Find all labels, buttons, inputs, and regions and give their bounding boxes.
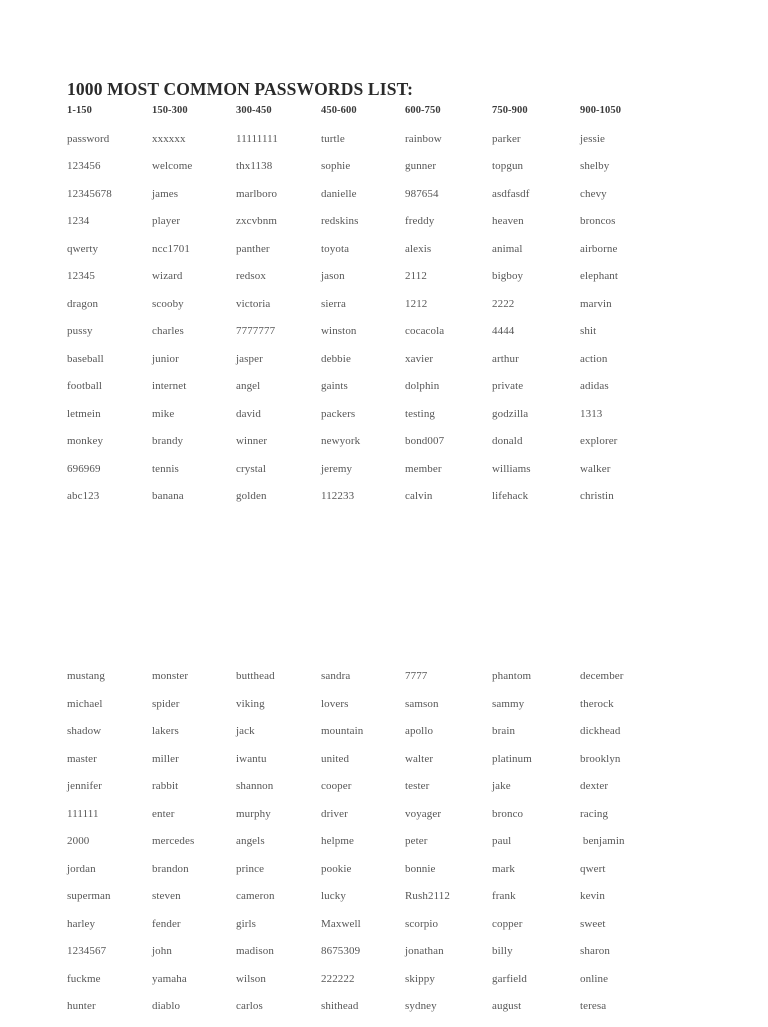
password-cell: sharon (580, 945, 610, 957)
password-cell: action (580, 352, 608, 365)
password-cell: airborne (580, 242, 618, 255)
password-cell: benjamin (580, 835, 625, 847)
password-cell: shelby (580, 160, 610, 172)
password-grid: mustang michael shadow master jennifer 111111… (0, 669, 768, 1027)
password-cell: marvin (580, 297, 612, 310)
password-cell: qwert (580, 862, 606, 875)
password-cell: 1313 (580, 407, 603, 420)
password-cell: explorer (580, 435, 618, 447)
password-cell: online (580, 972, 609, 985)
password-cell: broncos (580, 215, 616, 227)
document-page: 1000 MOST COMMON PASSWORDS LIST: 1-150 pa… (0, 0, 768, 1024)
password-cell: kevin (580, 890, 605, 902)
password-cell: shit (580, 325, 597, 337)
password-cell: chevy (580, 187, 607, 200)
password-cell: therock (580, 697, 614, 710)
password-cell: brooklyn (580, 752, 621, 765)
password-cell: jessie (580, 132, 606, 145)
page-title: 1000 MOST COMMON PASSWORDS LIST: (67, 78, 414, 99)
password-table-block-2: mustang michael shadow master jennifer 111111… (0, 669, 768, 1027)
password-cell: racing (580, 807, 609, 820)
password-grid: 1-150 password 123456 12345678 1234 qwerty 123… (0, 104, 768, 517)
password-column-900-1050: december therock dickhead brooklyn dexter rac… (580, 669, 700, 1027)
password-cell: sweet (580, 917, 606, 930)
column-header: 900-1050 (580, 105, 622, 116)
password-cell: christin (580, 490, 614, 502)
password-cell: december (580, 670, 624, 682)
password-cell: teresa (580, 1000, 607, 1012)
password-cell: adidas (580, 380, 609, 392)
password-cell: dexter (580, 780, 609, 792)
password-cell: dickhead (580, 725, 621, 737)
password-cell: elephant (580, 270, 619, 282)
password-column-900-1050: 900-1050 jessie shelby chevy broncos airborne… (580, 104, 700, 517)
password-table-block-1: 1-150 password 123456 12345678 1234 qwerty 123… (0, 104, 768, 517)
password-cell: walker (580, 462, 611, 475)
